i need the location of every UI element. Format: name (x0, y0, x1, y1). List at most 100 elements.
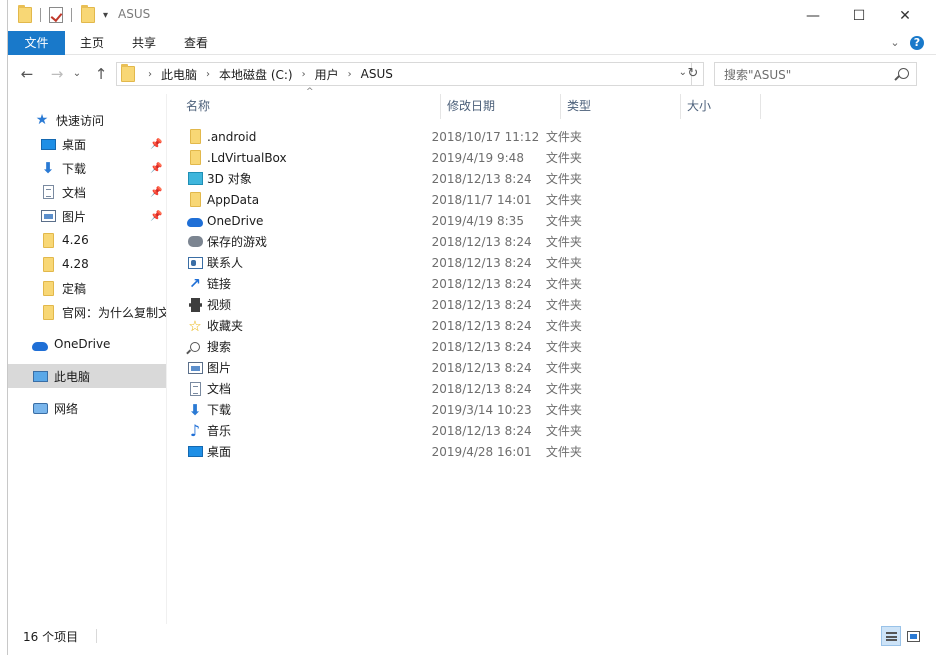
file-date: 2018/12/13 8:24 (431, 360, 532, 375)
music-icon: ♪ (189, 420, 201, 440)
nav-network[interactable]: 网络 (8, 396, 166, 420)
pane-divider[interactable] (166, 94, 167, 624)
table-row[interactable]: 文档 2018/12/13 8:24 文件夹 (183, 378, 603, 399)
nav-this-pc[interactable]: 此电脑 (8, 364, 166, 388)
file-date: 2018/12/13 8:24 (431, 381, 532, 396)
table-row[interactable]: .LdVirtualBox 2019/4/19 9:48 文件夹 (183, 147, 603, 168)
nav-quick-access[interactable]: ★ 快速访问 (8, 108, 166, 132)
breadcrumb-users[interactable]: 用户 (315, 66, 339, 83)
desktop-icon (187, 444, 203, 460)
document-icon (187, 381, 203, 397)
column-header-name[interactable]: 名称 (180, 94, 440, 118)
search-placeholder: 搜索"ASUS" (724, 67, 792, 82)
table-row[interactable]: .android 2018/10/17 11:12 文件夹 (183, 126, 603, 147)
file-name: .android (207, 129, 257, 144)
table-row[interactable]: 图片 2018/12/13 8:24 文件夹 (183, 357, 603, 378)
pin-icon[interactable]: 📌 (150, 211, 162, 222)
table-row[interactable]: OneDrive 2019/4/19 8:35 文件夹 (183, 210, 603, 231)
nav-label: OneDrive (54, 337, 111, 351)
nav-label: 图片 (62, 209, 87, 224)
nav-item-folder-final[interactable]: 定稿 (8, 276, 166, 300)
table-row[interactable]: 视频 2018/12/13 8:24 文件夹 (183, 294, 603, 315)
file-type: 文件夹 (545, 403, 582, 417)
pin-icon[interactable]: 📌 (150, 187, 162, 198)
file-name: 搜索 (207, 340, 232, 354)
table-row[interactable]: ⬇ 下载 2019/3/14 10:23 文件夹 (183, 399, 603, 420)
nav-item-folder-426[interactable]: 4.26 (8, 228, 166, 252)
saved-games-icon (187, 234, 203, 250)
nav-item-pictures[interactable]: 图片 📌 (8, 204, 166, 228)
forward-button[interactable]: → (47, 64, 67, 84)
navigation-pane: ★ 快速访问 桌面 📌 ⬇ 下载 📌 文档 📌 图片 📌 4.26 4.28 定… (8, 94, 166, 624)
tab-file[interactable]: 文件 (8, 31, 65, 55)
network-icon (32, 400, 48, 416)
nav-item-desktop[interactable]: 桌面 📌 (8, 132, 166, 156)
table-row[interactable]: ☆ 收藏夹 2018/12/13 8:24 文件夹 (183, 315, 603, 336)
table-row[interactable]: 联系人 2018/12/13 8:24 文件夹 (183, 252, 603, 273)
nav-item-folder-428[interactable]: 4.28 (8, 252, 166, 276)
star-icon: ★ (35, 112, 49, 128)
column-header-size[interactable]: 大小 (681, 94, 759, 118)
nav-label: 此电脑 (54, 369, 91, 384)
folder-icon (121, 64, 135, 82)
maximize-button[interactable]: ☐ (836, 0, 882, 31)
nav-item-downloads[interactable]: ⬇ 下载 📌 (8, 156, 166, 180)
new-folder-icon[interactable] (81, 5, 95, 23)
recent-locations-button[interactable]: ⌄ (67, 64, 87, 84)
table-row[interactable]: ↗ 链接 2018/12/13 8:24 文件夹 (183, 273, 603, 294)
nav-item-documents[interactable]: 文档 📌 (8, 180, 166, 204)
table-row[interactable]: 搜索 2018/12/13 8:24 文件夹 (183, 336, 603, 357)
refresh-button[interactable]: ↻ (683, 62, 704, 86)
favorites-icon: ☆ (188, 316, 202, 335)
minimize-button[interactable]: — (790, 0, 836, 31)
file-date: 2019/4/19 9:48 (431, 150, 524, 165)
column-divider[interactable] (760, 94, 761, 119)
folder-icon (40, 232, 56, 248)
toolbar-divider (71, 8, 72, 22)
tab-view[interactable]: 查看 (172, 31, 220, 55)
details-view-button[interactable] (881, 626, 901, 646)
up-button[interactable]: ↑ (91, 64, 111, 84)
table-row[interactable]: ♪ 音乐 2018/12/13 8:24 文件夹 (183, 420, 603, 441)
search-input[interactable]: 搜索"ASUS" (714, 62, 917, 86)
address-bar[interactable]: › 此电脑 › 本地磁盘 (C:) › 用户 › ASUS ⌄ (116, 62, 692, 86)
breadcrumb-separator-icon[interactable]: › (206, 69, 210, 80)
breadcrumb-separator-icon[interactable]: › (302, 69, 306, 80)
table-row[interactable]: 保存的游戏 2018/12/13 8:24 文件夹 (183, 231, 603, 252)
column-header-type[interactable]: 类型 (561, 94, 679, 118)
customize-toolbar-chevron-icon[interactable]: ▾ (103, 10, 108, 21)
nav-item-folder-website[interactable]: 官网：为什么复制文 (8, 300, 166, 324)
tab-share[interactable]: 共享 (120, 31, 168, 55)
nav-label: 4.28 (62, 257, 89, 271)
table-row[interactable]: AppData 2018/11/7 14:01 文件夹 (183, 189, 603, 210)
help-icon[interactable]: ? (910, 36, 924, 50)
expand-ribbon-chevron-icon[interactable]: ⌄ (888, 36, 902, 50)
search-icon[interactable] (898, 68, 909, 79)
folder-icon (187, 129, 203, 145)
file-date: 2018/12/13 8:24 (431, 339, 532, 354)
file-date: 2018/11/7 14:01 (431, 192, 532, 207)
breadcrumb-separator-icon[interactable]: › (348, 69, 352, 80)
close-button[interactable]: ✕ (882, 0, 928, 31)
pin-icon[interactable]: 📌 (150, 163, 162, 174)
column-header-date[interactable]: 修改日期 (441, 94, 559, 118)
nav-onedrive[interactable]: OneDrive (8, 332, 166, 356)
file-type: 文件夹 (545, 256, 582, 270)
breadcrumb-local-disk[interactable]: 本地磁盘 (C:) (219, 66, 293, 83)
folder-icon (18, 5, 32, 23)
tab-home[interactable]: 主页 (68, 31, 116, 55)
file-name: 桌面 (207, 445, 232, 459)
file-name: 联系人 (207, 256, 244, 270)
large-icons-view-button[interactable] (903, 626, 923, 646)
file-type: 文件夹 (545, 151, 582, 165)
file-date: 2018/10/17 11:12 (431, 129, 540, 144)
breadcrumb-asus[interactable]: ASUS (361, 67, 393, 81)
table-row[interactable]: 3D 对象 2018/12/13 8:24 文件夹 (183, 168, 603, 189)
breadcrumb-this-pc[interactable]: 此电脑 (161, 66, 197, 83)
pin-icon[interactable]: 📌 (150, 139, 162, 150)
breadcrumb-separator-icon[interactable]: › (148, 69, 152, 80)
file-name: OneDrive (207, 213, 264, 228)
table-row[interactable]: 桌面 2019/4/28 16:01 文件夹 (183, 441, 603, 462)
back-button[interactable]: ← (17, 64, 37, 84)
properties-icon[interactable] (49, 7, 63, 23)
